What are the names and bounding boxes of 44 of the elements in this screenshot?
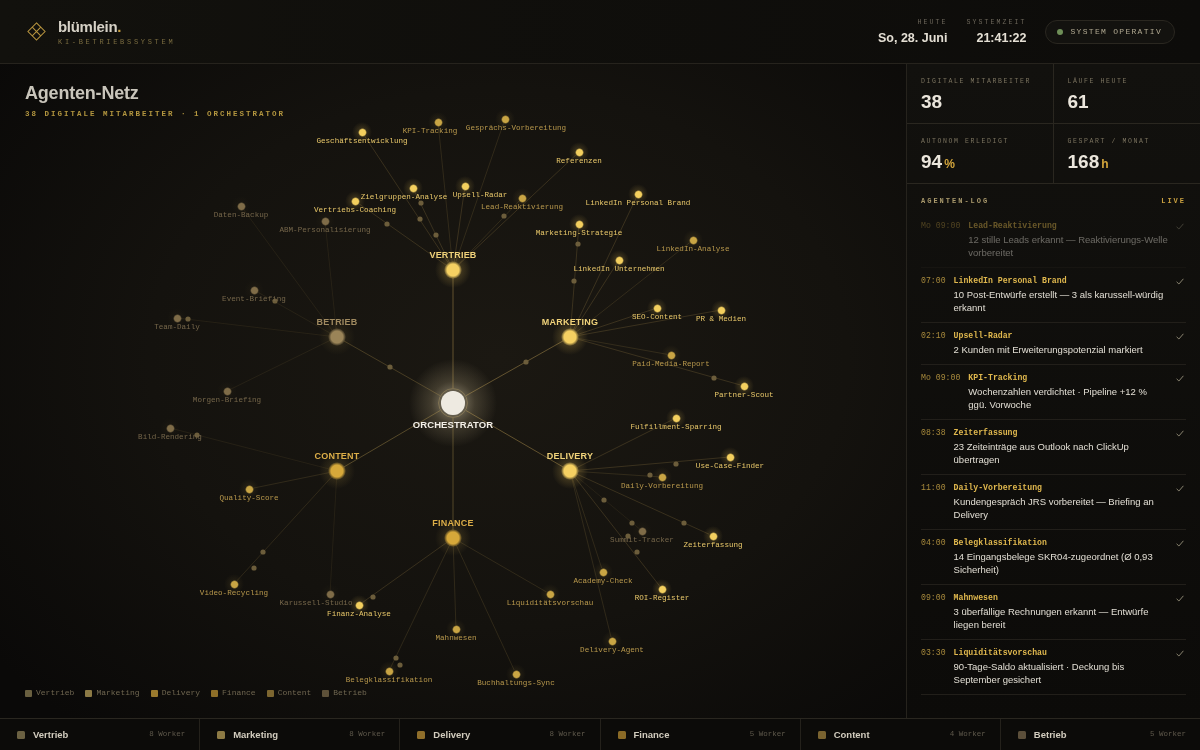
log-message: 2 Kunden mit Erweiterungspotenzial markiert: [953, 343, 1143, 356]
department-name: Content: [833, 729, 870, 740]
log-agent: Upsell-Radar: [953, 330, 1013, 341]
log-message: 14 Eingangsbelege SKR04-zugeordnet (Ø 0,93 Sicherheit): [953, 550, 1154, 576]
department-name: Finance: [633, 729, 670, 740]
log-time: Mo 09:00: [921, 372, 961, 384]
status-dot-icon: [1057, 28, 1064, 35]
date-value: So, 28. Juni: [878, 30, 948, 45]
log-agent: Daily-Vorbereitung: [953, 482, 1043, 493]
log-time: 11:00: [921, 482, 946, 494]
log-message: Wochenzahlen verdichtet · Pipeline +12 % ggü. Vorwoche: [968, 385, 1148, 411]
log-agent: Zeiterfassung: [953, 427, 1018, 438]
status-text: SYSTEM OPERATIV: [1070, 26, 1162, 37]
stat-value: 168 h: [1067, 151, 1109, 174]
legend-label: Vertrieb: [36, 688, 75, 698]
stat-value: 38: [921, 91, 943, 113]
stat-value: 61: [1067, 91, 1089, 113]
department-name: Betrieb: [1033, 729, 1067, 740]
department-name: Vertrieb: [33, 729, 69, 740]
log-time: 02:10: [921, 330, 946, 342]
log-message: 10 Post-Entwürfe erstellt — 3 als karussell-würdig erkannt: [953, 288, 1165, 314]
log-message: 12 stille Leads erkannt — Reaktivierungs-Welle vorbereitet: [968, 233, 1168, 259]
log-agent: Mahnwesen: [953, 592, 998, 603]
log-agent: Belegklassifikation: [953, 537, 1047, 548]
network-title: Agenten-Netz: [25, 83, 139, 104]
log-time: 07:00: [921, 275, 946, 287]
log-agent: Lead-Reaktivierung: [968, 220, 1057, 231]
log-message: 23 Zeiteinträge aus Outlook nach ClickUp übertragen: [953, 440, 1130, 466]
log-time: 08:38: [921, 427, 946, 439]
logo-icon: [27, 22, 46, 41]
log-message: 3 überfällige Rechnungen erkannt — Entwürfe liegen bereit: [953, 605, 1150, 631]
time-value: 21:41:22: [976, 30, 1027, 45]
log-agent: LinkedIn Personal Brand: [953, 275, 1067, 286]
log-agent: KPI-Tracking: [968, 372, 1028, 383]
log-time: 04:00: [921, 537, 946, 549]
department-name: Marketing: [233, 729, 279, 740]
log-message: Kundengespräch JRS vorbereitet — Briefing an Delivery: [953, 495, 1155, 521]
stat-value: 94%: [921, 151, 955, 174]
brand-name: blümlein.: [58, 18, 123, 35]
log-time: 03:30: [921, 647, 946, 659]
log-agent: Liquiditätsvorschau: [953, 647, 1047, 658]
department-name: Delivery: [433, 729, 471, 740]
log-time: 09:00: [921, 592, 946, 604]
log-message: 90-Tage-Saldo aktualisiert · Deckung bis September gesichert: [953, 660, 1126, 686]
